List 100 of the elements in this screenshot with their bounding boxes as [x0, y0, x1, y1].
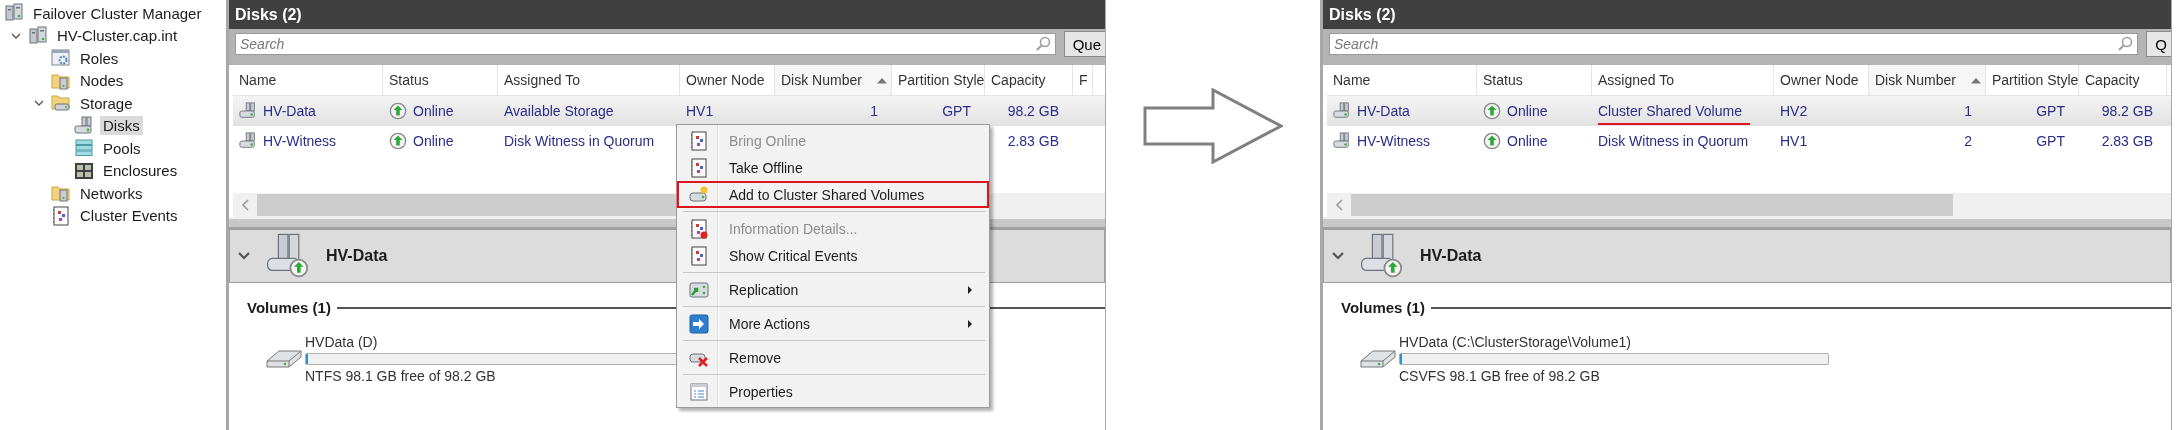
column-header[interactable]: F [1073, 65, 1093, 95]
menu-item[interactable]: Remove [677, 344, 989, 371]
scrollbar-thumb[interactable] [1351, 194, 1953, 216]
tree-item[interactable]: Cluster Events [77, 206, 181, 226]
column-header[interactable]: Status [383, 65, 498, 95]
server-icon [28, 25, 48, 46]
search-field[interactable]: Search [1329, 33, 2139, 55]
tree-item[interactable]: Storage [77, 93, 136, 113]
volume-details: NTFS 98.1 GB free of 98.2 GB [305, 368, 496, 384]
table-cell-text: Available Storage [504, 103, 615, 121]
table-cell-text: Disk Witness in Quorum [504, 133, 656, 151]
table-cell-text: Disk Witness in Quorum [1598, 133, 1750, 151]
table-cell-text: 98.2 GB [2101, 103, 2154, 121]
column-header[interactable]: Partition Style [892, 65, 985, 95]
disk-drive-icon [1333, 132, 1351, 150]
table-cell-text: HV2 [1780, 103, 1809, 121]
notebook-icon [689, 218, 709, 239]
horizontal-scrollbar[interactable] [1327, 193, 2171, 217]
volume-name: HVData (D) [305, 334, 379, 352]
chevron-icon[interactable] [1332, 251, 1344, 261]
properties-icon [689, 381, 709, 402]
section-heading: Volumes (1) [247, 299, 331, 316]
column-header[interactable]: Capacity [2079, 65, 2167, 95]
tree-item[interactable]: Disks [100, 116, 143, 136]
column-header[interactable]: Assigned To [1592, 65, 1774, 95]
table-cell-text: Online [413, 133, 455, 151]
grid-icon [74, 160, 94, 181]
tree-item[interactable]: Roles [77, 48, 122, 68]
table-cell-text: 2.83 GB [2101, 133, 2154, 151]
menu-item[interactable]: Take Offline [677, 154, 989, 181]
table-cell-text: Online [1507, 133, 1549, 151]
disk-drive-icon [74, 115, 94, 136]
column-header[interactable]: Status [1477, 65, 1592, 95]
window-icon [51, 48, 71, 69]
menu-item[interactable]: Properties [677, 378, 989, 405]
panel-title: Disks (2) [229, 0, 1105, 29]
scroll-left-icon[interactable] [1335, 199, 1345, 211]
tree-item[interactable]: HV-Cluster.cap.int [54, 26, 181, 46]
table-cell-text: 2.83 GB [1007, 133, 1060, 151]
tree-item[interactable]: Failover Cluster Manager [30, 3, 205, 23]
table-cell-text: HV-Witness [1357, 133, 1432, 151]
menu-item[interactable]: Show Critical Events [677, 242, 989, 269]
table-row[interactable]: HV-Data Online Cluster Shared Volume HV2 1 GPT 98.2 GB [1327, 96, 2171, 126]
tree-item[interactable]: Nodes [77, 71, 127, 91]
menu-item[interactable]: Replication [677, 276, 989, 303]
query-button[interactable]: Que [1063, 31, 1105, 57]
scroll-left-icon[interactable] [241, 199, 251, 211]
table-cell-text: HV1 [1780, 133, 1809, 151]
table-row[interactable]: HV-Data Online Available Storage HV1 1 GPT 98.2 GB [233, 96, 1105, 126]
tree-item[interactable]: Enclosures [100, 161, 181, 181]
search-icon [1034, 36, 1051, 52]
menu-item[interactable]: More Actions [677, 310, 989, 337]
notebook-icon [689, 130, 709, 151]
right-arrow-icon [1143, 88, 1283, 164]
detail-title: HV-Data [1420, 247, 1482, 265]
chevron-icon[interactable] [238, 251, 250, 261]
table-cell-text: 98.2 GB [1007, 103, 1060, 121]
disk-drive-icon [239, 102, 257, 120]
column-header[interactable]: Name [233, 65, 383, 95]
folder-icon [51, 183, 71, 204]
column-header[interactable]: Capacity [985, 65, 1073, 95]
detail-title: HV-Data [326, 247, 388, 265]
table-cell-text: Online [413, 103, 455, 121]
volume-details: CSVFS 98.1 GB free of 98.2 GB [1399, 368, 1600, 384]
menu-item[interactable]: Add to Cluster Shared Volumes [677, 181, 989, 208]
column-header[interactable]: Assigned To [498, 65, 680, 95]
search-icon [2117, 36, 2134, 52]
disk-drive-icon [265, 347, 303, 371]
splitter[interactable] [1323, 217, 2171, 229]
section-heading: Volumes (1) [1341, 299, 1425, 316]
notebook-icon [51, 205, 71, 226]
search-field[interactable]: Search [235, 33, 1056, 55]
stacked-bars-icon [74, 138, 94, 159]
table-cell-text: 2 [1964, 133, 1973, 151]
table-cell-text: GPT [942, 103, 972, 121]
table-cell-text: HV-Witness [263, 133, 338, 151]
panel-title: Disks (2) [1323, 0, 2171, 29]
table-cell-text: HV-Data [1357, 103, 1411, 121]
tree-item[interactable]: Networks [77, 183, 146, 203]
table-cell-text: Online [1507, 103, 1549, 121]
folder-icon [51, 93, 71, 114]
table-cell-text: GPT [2036, 103, 2066, 121]
table-cell-text: 1 [870, 103, 879, 121]
query-button[interactable]: Q [2146, 31, 2171, 57]
notebook-icon [689, 245, 709, 266]
server-icon [4, 3, 24, 24]
column-header[interactable]: Partition Style [1986, 65, 2079, 95]
disk-drive-icon [1333, 102, 1351, 120]
column-header[interactable]: Disk Number [1869, 65, 1986, 95]
table-cell-text: GPT [2036, 133, 2066, 151]
disk-drive-icon [689, 279, 709, 300]
notebook-icon [689, 157, 709, 178]
table-cell-text: 1 [1964, 103, 1973, 121]
table-cell-text: HV1 [686, 103, 715, 121]
disk-drive-icon [239, 132, 257, 150]
column-header[interactable]: Disk Number [775, 65, 892, 95]
column-header[interactable]: Name [1327, 65, 1477, 95]
table-cell-text: HV-Data [263, 103, 317, 121]
tree-item[interactable]: Pools [100, 138, 144, 158]
disk-drive-icon [689, 184, 709, 205]
